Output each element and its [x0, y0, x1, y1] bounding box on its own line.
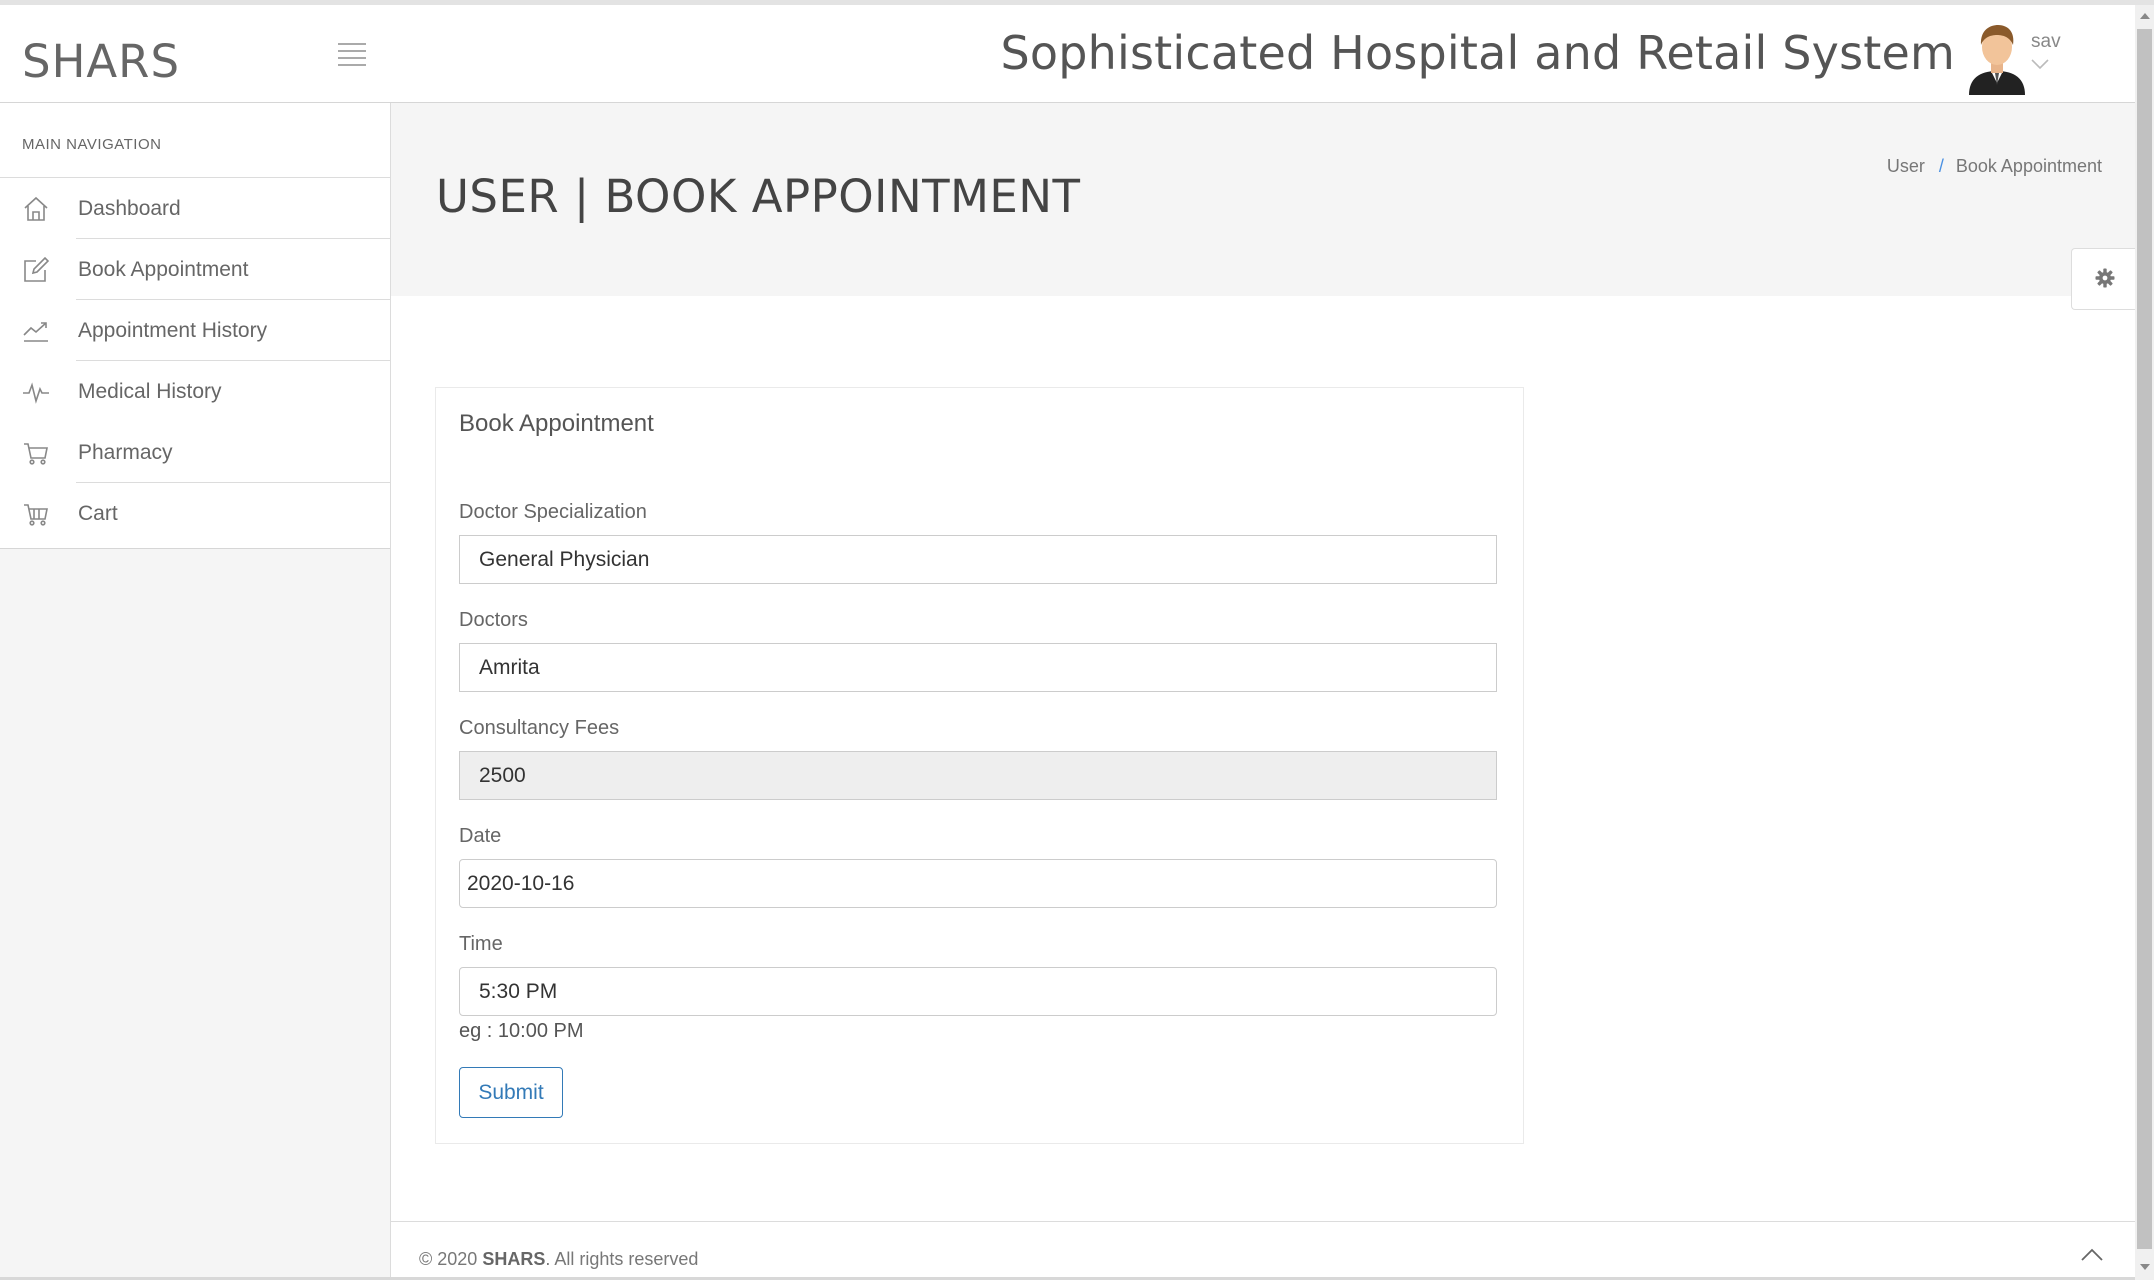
footer: © 2020 SHARS. All rights reserved — [391, 1221, 2135, 1281]
specialization-select[interactable] — [459, 535, 1497, 584]
sidebar-item-appointment-history[interactable]: Appointment History — [0, 300, 390, 361]
scrollbar-thumb[interactable] — [2137, 29, 2152, 1249]
sidebar-item-label: Pharmacy — [78, 441, 173, 464]
sidebar-item-cart[interactable]: Cart — [0, 483, 390, 544]
settings-button[interactable] — [2071, 248, 2136, 310]
pulse-icon — [23, 382, 49, 404]
doctors-label: Doctors — [459, 609, 528, 631]
sidebar-item-book-appointment[interactable]: Book Appointment — [0, 239, 390, 300]
menu-toggle-icon[interactable] — [338, 43, 366, 66]
cart-icon — [24, 443, 48, 465]
copyright-suffix: . All rights reserved — [545, 1249, 699, 1269]
specialization-label: Doctor Specialization — [459, 501, 647, 523]
cart-icon — [24, 504, 48, 526]
panel-title: Book Appointment — [459, 410, 654, 437]
nav-header: MAIN NAVIGATION — [22, 136, 162, 153]
scroll-down-arrow-icon[interactable] — [2140, 1264, 2150, 1270]
breadcrumb-parent[interactable]: User — [1887, 156, 1925, 176]
username[interactable]: sav — [2031, 31, 2061, 53]
date-label: Date — [459, 825, 502, 847]
submit-button[interactable]: Submit — [459, 1067, 563, 1118]
book-appointment-panel: Book Appointment Doctor Specialization D… — [435, 387, 1524, 1144]
scroll-to-top-icon[interactable] — [2080, 1246, 2104, 1262]
page-title: USER | BOOK APPOINTMENT — [436, 170, 1081, 223]
sidebar-item-label: Book Appointment — [78, 258, 249, 281]
chevron-down-icon[interactable] — [2030, 58, 2050, 70]
trend-chart-icon — [23, 322, 48, 342]
sidebar: SHARS MAIN NAVIGATION Dashboard Book App… — [0, 5, 391, 1280]
sidebar-item-label: Cart — [78, 502, 118, 525]
fees-label: Consultancy Fees — [459, 717, 620, 739]
top-header: Sophisticated Hospital and Retail System… — [390, 5, 2135, 103]
edit-icon — [24, 256, 50, 282]
brand-bar: SHARS — [0, 5, 390, 103]
breadcrumb-current: Book Appointment — [1955, 156, 2102, 176]
time-field[interactable] — [459, 967, 1497, 1016]
sidebar-item-medical-history[interactable]: Medical History — [0, 361, 390, 422]
doctors-select[interactable] — [459, 643, 1497, 692]
main-navigation: MAIN NAVIGATION Dashboard Book Appointme… — [0, 103, 390, 549]
copyright-text: © 2020 SHARS. All rights reserved — [419, 1249, 698, 1270]
time-label: Time — [459, 933, 503, 955]
sidebar-item-label: Medical History — [78, 380, 222, 403]
sidebar-item-label: Dashboard — [78, 197, 181, 220]
scroll-up-arrow-icon[interactable] — [2140, 13, 2150, 19]
copyright-prefix: © 2020 — [419, 1249, 478, 1269]
sidebar-item-label: Appointment History — [78, 319, 268, 342]
breadcrumb: User / Book Appointment — [1887, 156, 2102, 177]
nav-list: Dashboard Book Appointment Appointment H… — [0, 177, 390, 544]
fees-field — [459, 751, 1497, 800]
vertical-scrollbar[interactable] — [2135, 5, 2154, 1280]
home-icon — [24, 196, 48, 221]
page-title-bar: USER | BOOK APPOINTMENT User / Book Appoin… — [391, 103, 2135, 296]
date-field[interactable] — [459, 859, 1497, 908]
copyright-brand: SHARS — [482, 1249, 546, 1269]
brand-logo[interactable]: SHARS — [22, 35, 180, 88]
time-hint: eg : 10:00 PM — [459, 1020, 584, 1042]
breadcrumb-separator: / — [1938, 156, 1944, 176]
app-title: Sophisticated Hospital and Retail System — [1000, 26, 1955, 80]
user-avatar-icon[interactable] — [1965, 21, 2029, 95]
sidebar-item-pharmacy[interactable]: Pharmacy — [0, 422, 390, 483]
sidebar-item-dashboard[interactable]: Dashboard — [0, 178, 390, 239]
gear-icon — [2095, 268, 2115, 288]
